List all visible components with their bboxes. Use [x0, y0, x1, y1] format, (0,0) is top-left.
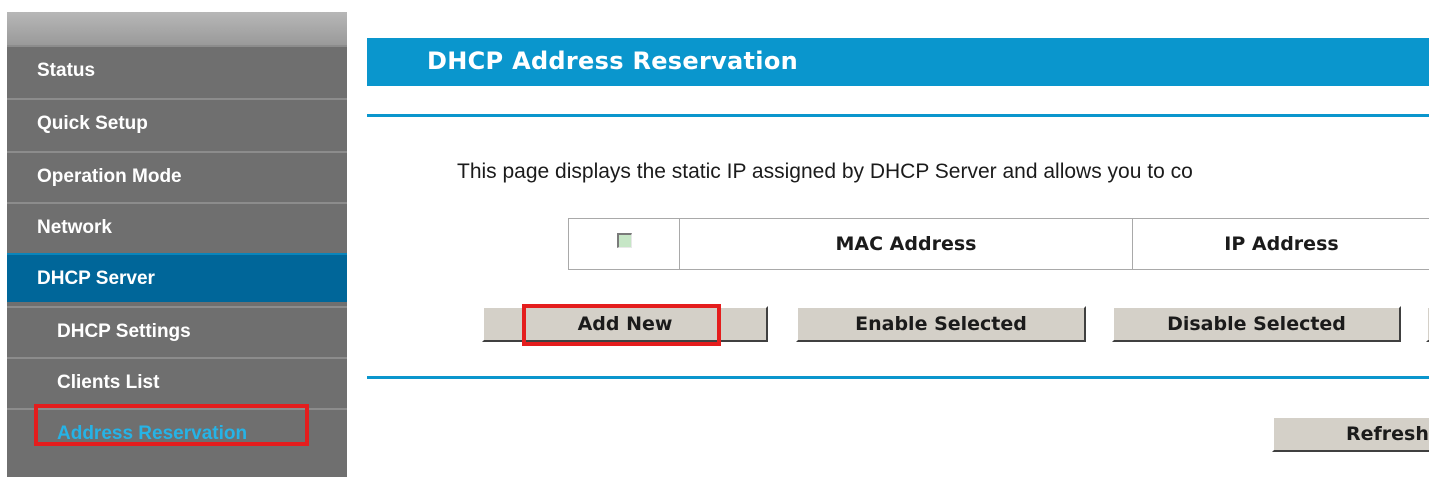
select-all-checkbox[interactable] [616, 232, 632, 248]
sidebar-item-dhcp-server[interactable]: DHCP Server [7, 253, 347, 302]
sidebar-item-status[interactable]: Status [7, 45, 347, 94]
enable-selected-button[interactable]: Enable Selected [796, 306, 1086, 342]
sidebar-top-bar [7, 12, 347, 45]
refresh-button[interactable]: Refresh [1272, 416, 1429, 452]
bottom-divider [367, 376, 1429, 379]
column-header-ip-address: IP Address [1224, 233, 1339, 255]
reservation-table: MAC Address IP Address [568, 218, 1429, 270]
sidebar-item-network[interactable]: Network [7, 202, 347, 251]
sidebar-item-dhcp-settings[interactable]: DHCP Settings [7, 306, 347, 355]
column-header-mac-address: MAC Address [680, 219, 1133, 269]
page-description: This page displays the static IP assigne… [457, 160, 1193, 183]
page-title: DHCP Address Reservation [427, 47, 799, 75]
top-divider [367, 114, 1429, 117]
select-all-cell [569, 219, 680, 269]
address-reservation-highlight-box [34, 404, 309, 446]
page-header: DHCP Address Reservation [367, 38, 1429, 86]
disable-selected-button[interactable]: Disable Selected [1112, 306, 1401, 342]
add-new-highlight-box [522, 304, 721, 346]
sidebar-item-quick-setup[interactable]: Quick Setup [7, 98, 347, 147]
sidebar-item-operation-mode[interactable]: Operation Mode [7, 151, 347, 200]
sidebar-item-clients-list[interactable]: Clients List [7, 357, 347, 406]
